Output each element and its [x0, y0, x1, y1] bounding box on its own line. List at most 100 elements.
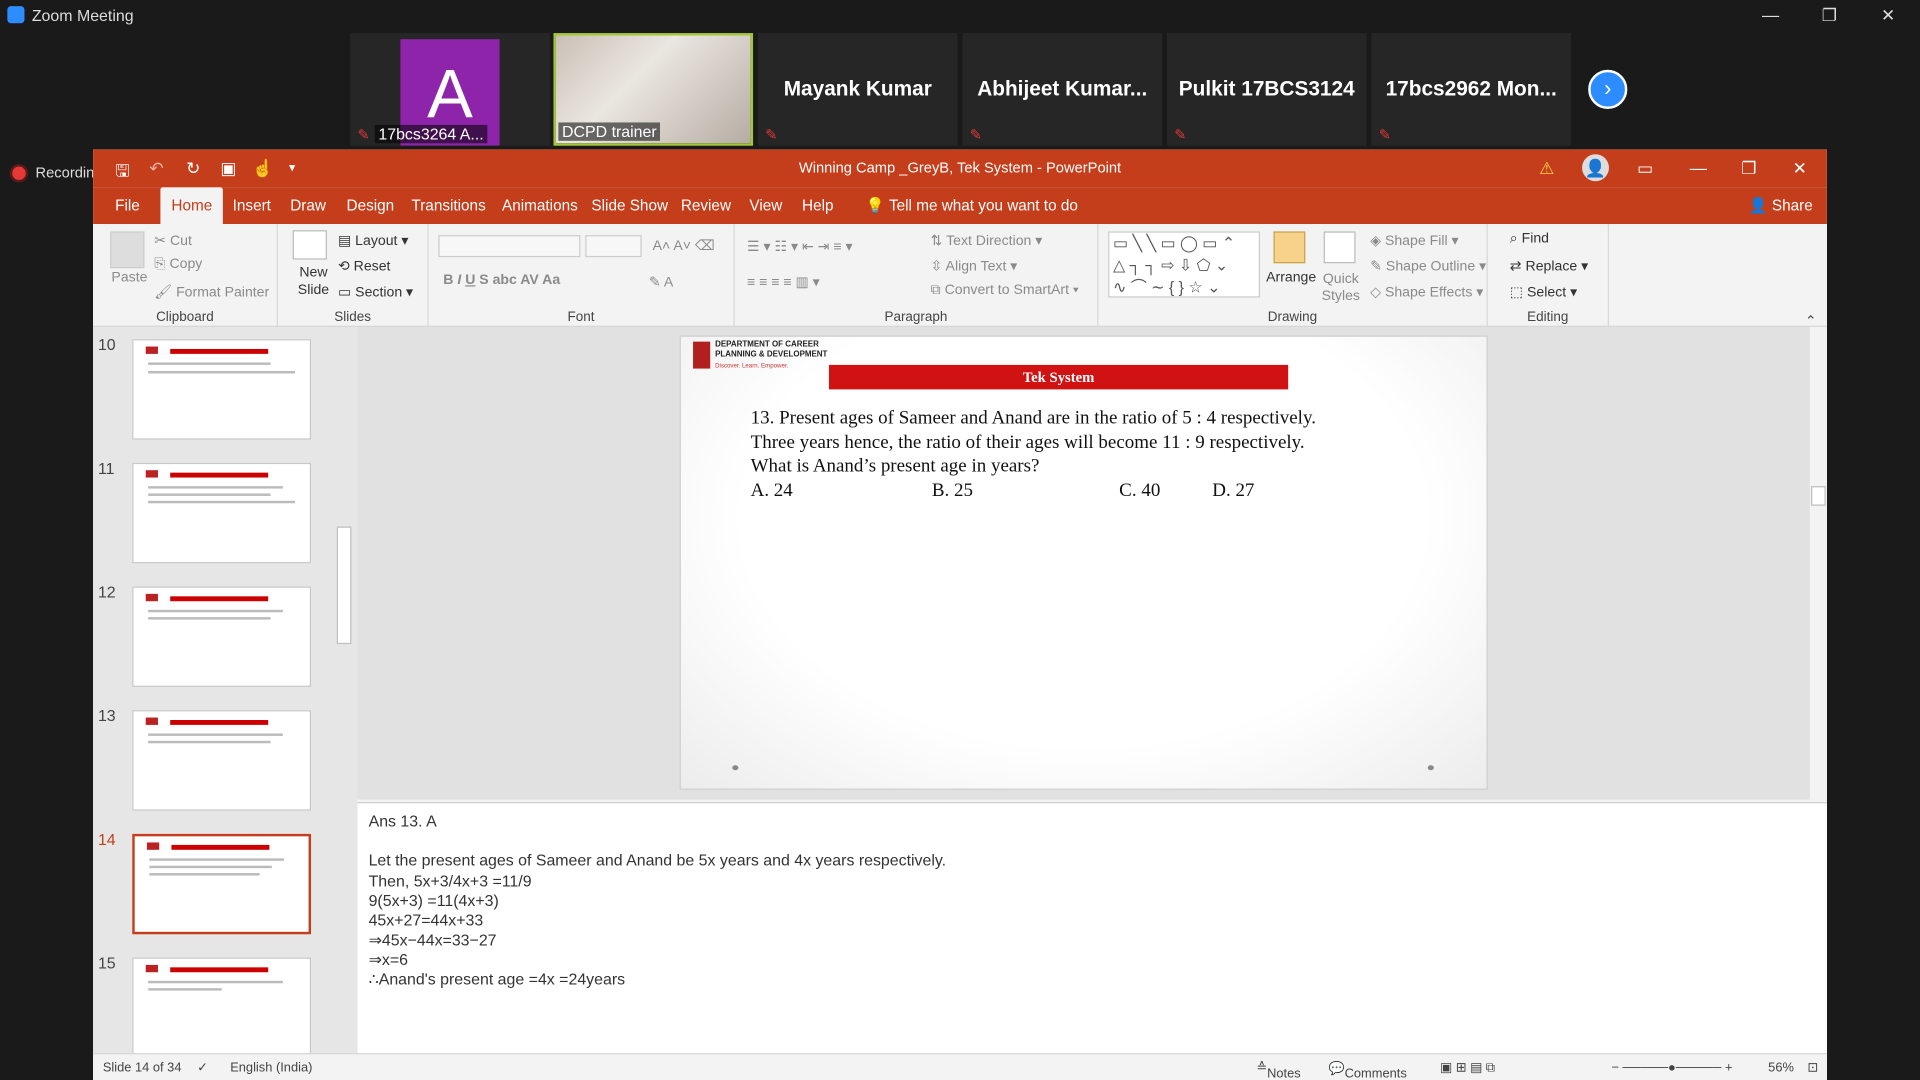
paragraph-group-label: Paragraph — [884, 309, 948, 325]
slide-scrollbar[interactable] — [1809, 326, 1827, 800]
close-icon[interactable]: ✕ — [1793, 158, 1807, 179]
section-button[interactable]: ▭ Section ▾ — [338, 283, 413, 300]
participant-strip: A ✎ 17bcs3264 A... DCPD trainer Mayank K… — [0, 29, 1920, 150]
text-direction-button[interactable]: ⇅ Text Direction ▾ — [931, 231, 1043, 249]
warning-icon[interactable]: ⚠ — [1539, 158, 1554, 179]
arrange-icon[interactable] — [1273, 231, 1306, 264]
spellcheck-icon[interactable]: ✓ — [197, 1060, 208, 1075]
question-text[interactable]: 13. Present ages of Sameer and Anand are… — [751, 407, 1316, 479]
participant-tile[interactable]: Abhijeet Kumar... ✎ — [962, 33, 1163, 146]
tab-transitions[interactable]: Transitions — [400, 187, 496, 224]
recording-indicator[interactable]: Recording — [12, 164, 102, 181]
share-button[interactable]: 👤 Share — [1738, 187, 1824, 224]
participant-tile[interactable]: A ✎ 17bcs3264 A... — [350, 33, 550, 146]
slide-banner[interactable]: Tek System — [828, 364, 1289, 390]
tab-view[interactable]: View — [738, 187, 793, 224]
find-button[interactable]: ⌕ Find — [1510, 231, 1549, 247]
tab-design[interactable]: Design — [336, 187, 406, 224]
layout-button[interactable]: ▤ Layout ▾ — [338, 231, 408, 249]
align-buttons[interactable]: ≡ ≡ ≡ ≡ ▥ ▾ — [747, 273, 820, 291]
shape-fill-button[interactable]: ◈ Shape Fill ▾ — [1370, 231, 1458, 249]
tab-insert[interactable]: Insert — [222, 187, 282, 224]
section-label: Section — [355, 285, 403, 301]
next-participants-icon[interactable]: › — [1588, 69, 1628, 109]
select-label: Select — [1527, 285, 1567, 301]
convert-smartart-button[interactable]: ⧉ Convert to SmartArt ▾ — [931, 283, 1079, 299]
restore-icon[interactable]: ❐ — [1741, 158, 1756, 179]
font-color-buttons[interactable]: ✎ A — [649, 273, 673, 291]
zoom-level[interactable]: 56% — [1768, 1060, 1794, 1075]
account-icon[interactable]: 👤 — [1582, 154, 1609, 182]
restore-icon[interactable]: ❐ — [1800, 0, 1859, 29]
replace-label: Replace — [1525, 259, 1578, 275]
tab-file[interactable]: File — [104, 187, 151, 224]
minimize-icon[interactable]: — — [1690, 158, 1707, 178]
tell-me-search[interactable]: Tell me what you want to do — [878, 187, 1089, 224]
zoom-slider[interactable]: − ─────●───── + — [1611, 1060, 1732, 1075]
tab-slide-show[interactable]: Slide Show — [580, 187, 679, 224]
participant-tile-active[interactable]: DCPD trainer — [553, 33, 754, 146]
participant-tile[interactable]: Pulkit 17BCS3124 ✎ — [1166, 33, 1367, 146]
tab-home[interactable]: Home — [160, 187, 224, 225]
arrange-button[interactable]: Arrange — [1266, 271, 1316, 286]
new-slide-button[interactable]: New Slide — [293, 264, 335, 298]
reset-button[interactable]: ⟲ Reset — [338, 257, 391, 275]
tab-review[interactable]: Review — [670, 187, 742, 224]
paste-icon[interactable] — [110, 231, 145, 269]
reset-label: Reset — [353, 259, 391, 275]
paste-button[interactable]: Paste — [111, 271, 147, 286]
comments-toggle[interactable]: 💬 Comments — [1329, 1060, 1407, 1080]
close-icon[interactable]: ✕ — [1859, 0, 1918, 29]
font-format-buttons[interactable]: B I U S abc AV Aa — [443, 273, 560, 288]
participant-tile[interactable]: Mayank Kumar ✎ — [757, 33, 958, 146]
tab-animations[interactable]: Animations — [491, 187, 589, 224]
slide-thumbnail-selected[interactable] — [132, 833, 312, 935]
layout-label: Layout — [355, 233, 398, 249]
notes-line: Ans 13. A — [368, 811, 437, 831]
font-name-select[interactable] — [438, 235, 581, 258]
list-buttons[interactable]: ☰ ▾ ☷ ▾ ⇤ ⇥ ≡ ▾ — [747, 238, 853, 255]
slide-canvas[interactable]: DEPARTMENT OF CAREER PLANNING & DEVELOPM… — [679, 335, 1488, 790]
university-logo — [693, 341, 711, 369]
tab-draw[interactable]: Draw — [279, 187, 337, 224]
slide-thumbnail[interactable] — [132, 586, 312, 687]
shapes-gallery[interactable]: ▭ ╲ ╲ ▭ ◯ ▭ ⌃ △ ┐ ┐ ⇨ ⇩ ⬠ ⌄ ∿ ⌒ ∼ { } ☆ ⌄ — [1108, 231, 1261, 298]
fit-slide-icon[interactable]: ⊡ — [1807, 1060, 1818, 1075]
option-d: D. 27 — [1212, 480, 1255, 501]
new-slide-icon[interactable] — [292, 230, 327, 260]
font-group-label: Font — [567, 309, 595, 325]
notes-pane[interactable]: Ans 13. A Let the present ages of Sameer… — [357, 802, 1827, 1054]
shape-outline-button[interactable]: ✎ Shape Outline ▾ — [1370, 257, 1486, 275]
thumbnail-scrollbar[interactable] — [333, 326, 356, 1054]
scroll-thumb[interactable] — [336, 526, 352, 645]
slide-thumbnail-pane: 10 11 12 13 14 15 — [93, 326, 358, 1054]
select-button[interactable]: ⬚ Select ▾ — [1510, 283, 1577, 300]
align-text-button[interactable]: ⇳ Align Text ▾ — [931, 257, 1018, 275]
ribbon-display-icon[interactable]: ▭ — [1637, 158, 1653, 179]
minimize-icon[interactable]: — — [1741, 0, 1800, 29]
font-size-select[interactable] — [585, 235, 642, 258]
thumb-number: 10 — [97, 335, 116, 354]
notes-toggle-label: Notes — [1267, 1066, 1301, 1080]
muted-mic-icon: ✎ — [1174, 126, 1187, 144]
replace-button[interactable]: ⇄ Replace ▾ — [1510, 257, 1588, 275]
format-painter-button[interactable]: 🖌 Format Painter — [154, 283, 269, 300]
slide-thumbnail[interactable] — [132, 462, 312, 564]
quick-styles-icon[interactable] — [1323, 231, 1356, 264]
notes-line: 9(5x+3) =11(4x+3) — [368, 891, 499, 910]
slide-thumbnail[interactable] — [132, 710, 312, 811]
notes-toggle[interactable]: ≙ Notes — [1256, 1060, 1300, 1080]
quick-styles-button[interactable]: Quick Styles — [1319, 271, 1363, 305]
slide-thumbnail[interactable] — [132, 957, 312, 1054]
font-size-controls[interactable]: A˄ A˅ ⌫ — [653, 236, 715, 254]
participant-tile[interactable]: 17bcs2962 Mon... ✎ — [1371, 33, 1572, 146]
scroll-thumb[interactable] — [1811, 486, 1826, 506]
copy-button[interactable]: ⎘ Copy — [154, 257, 202, 273]
view-buttons[interactable]: ▣ ⊞ ▤ ⧉ — [1440, 1060, 1495, 1076]
tab-help[interactable]: Help — [791, 187, 845, 224]
option-a: A. 24 — [750, 480, 793, 501]
shape-effects-button[interactable]: ◇ Shape Effects ▾ — [1370, 283, 1483, 300]
cut-button[interactable]: ✂ Cut — [154, 231, 192, 249]
slide-thumbnail[interactable] — [132, 339, 312, 440]
language-indicator[interactable]: English (India) — [230, 1060, 312, 1075]
